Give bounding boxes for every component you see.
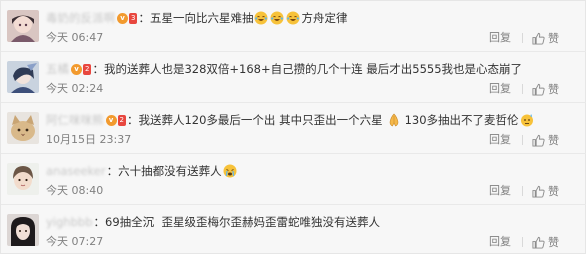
like-label: 赞	[548, 134, 559, 147]
laugh-cry-emoji-icon	[254, 11, 268, 25]
comment-text-tail: 130多抽出不了麦哲伦	[404, 113, 519, 127]
thumbs-up-icon	[532, 236, 545, 249]
comment-text: 五星一向比六星难抽	[149, 11, 254, 25]
colon: ：	[106, 164, 119, 178]
avatar[interactable]	[7, 163, 39, 195]
thumbs-up-icon	[532, 83, 545, 96]
username[interactable]: 阿仁咪咪熊	[46, 110, 104, 130]
comment-text: 69抽全沉 歪星级歪梅尔歪赫妈歪雷蛇唯独没有送葬人	[105, 215, 380, 229]
comment-item: 毒奶的反派啊 v 3 ： 五星一向比六星难抽 方舟定律 今天 06:47 回复 …	[1, 1, 586, 52]
comment-item: anaseeker ： 六十抽都没有送葬人 今天 08:40 回复 赞	[1, 154, 586, 205]
timestamp: 今天 07:27	[46, 235, 104, 248]
anime-avatar-icon	[7, 61, 39, 93]
like-label: 赞	[548, 185, 559, 198]
comment-text: 我的送葬人也是328双倍+168+自己攒的几个十连 最后才出5555我也是心态崩…	[103, 62, 523, 76]
like-button[interactable]: 赞	[532, 234, 559, 250]
username[interactable]: 毒奶的反派啊	[46, 8, 115, 28]
avatar[interactable]	[7, 214, 39, 246]
rank-badge: 2	[117, 114, 126, 126]
colon: ：	[126, 113, 139, 127]
divider	[522, 237, 523, 247]
comment-item: 五橘 v 2 ： 我的送葬人也是328双倍+168+自己攒的几个十连 最后才出5…	[1, 52, 586, 103]
comment-content: anaseeker ： 六十抽都没有送葬人	[46, 161, 238, 181]
comment-text: 六十抽都没有送葬人	[118, 164, 222, 178]
pray-emoji-icon	[387, 113, 401, 127]
timestamp: 10月15日 23:37	[46, 133, 132, 146]
thumbs-up-icon	[532, 32, 545, 45]
cry-emoji-icon	[223, 164, 237, 178]
comment-content: yighbbb ： 69抽全沉 歪星级歪梅尔歪赫妈歪雷蛇唯独没有送葬人	[46, 212, 380, 232]
anime-avatar-icon	[7, 10, 39, 42]
timestamp: 今天 02:24	[46, 82, 104, 95]
laugh-cry-emoji-icon	[286, 11, 300, 25]
avatar[interactable]	[7, 61, 39, 93]
vip-badge: v	[117, 12, 128, 24]
divider	[522, 135, 523, 145]
avatar[interactable]	[7, 112, 39, 144]
comment-item: yighbbb ： 69抽全沉 歪星级歪梅尔歪赫妈歪雷蛇唯独没有送葬人 今天 0…	[1, 205, 586, 254]
colon: ：	[93, 215, 106, 229]
username[interactable]: 五橘	[46, 59, 69, 79]
avatar[interactable]	[7, 10, 39, 42]
thumbs-up-icon	[532, 134, 545, 147]
username[interactable]: yighbbb	[46, 212, 93, 232]
divider	[522, 84, 523, 94]
like-label: 赞	[548, 32, 559, 45]
username[interactable]: anaseeker	[46, 161, 106, 181]
colon: ：	[138, 11, 150, 25]
reply-button[interactable]: 回复	[489, 81, 511, 97]
like-button[interactable]: 赞	[532, 132, 559, 148]
divider	[522, 186, 523, 196]
comment-content: 五橘 v 2 ： 我的送葬人也是328双倍+168+自己攒的几个十连 最后才出5…	[46, 59, 522, 79]
vip-badge: v	[71, 63, 82, 75]
divider	[522, 33, 523, 43]
rank-badge: 3	[129, 12, 138, 24]
like-label: 赞	[548, 83, 559, 96]
vip-badge: v	[105, 114, 117, 126]
comment-content: 阿仁咪咪熊 v 2 ： 我送葬人120多最后一个出 其中只歪出一个六星 130多…	[46, 110, 535, 130]
reply-button[interactable]: 回复	[489, 132, 511, 148]
like-label: 赞	[548, 236, 559, 249]
like-button[interactable]: 赞	[532, 183, 559, 199]
person-avatar-icon	[7, 163, 39, 195]
comment-feed: 毒奶的反派啊 v 3 ： 五星一向比六星难抽 方舟定律 今天 06:47 回复 …	[0, 0, 586, 254]
timestamp: 今天 06:47	[46, 31, 104, 44]
comment-text-tail: 方舟定律	[301, 11, 348, 25]
thumbs-up-icon	[532, 185, 545, 198]
timestamp: 今天 08:40	[46, 184, 104, 197]
rank-badge: 2	[83, 63, 92, 75]
comment-content: 毒奶的反派啊 v 3 ： 五星一向比六星难抽 方舟定律	[46, 8, 347, 28]
cat-avatar-icon	[7, 112, 39, 144]
sweat-emoji-icon	[520, 113, 534, 127]
girl-avatar-icon	[7, 214, 39, 246]
colon: ：	[92, 62, 104, 76]
reply-button[interactable]: 回复	[489, 183, 511, 199]
comment-item: 阿仁咪咪熊 v 2 ： 我送葬人120多最后一个出 其中只歪出一个六星 130多…	[1, 103, 586, 154]
laugh-cry-emoji-icon	[270, 11, 284, 25]
comment-text: 我送葬人120多最后一个出 其中只歪出一个六星	[138, 113, 383, 127]
like-button[interactable]: 赞	[532, 30, 559, 46]
reply-button[interactable]: 回复	[489, 234, 511, 250]
reply-button[interactable]: 回复	[489, 30, 511, 46]
like-button[interactable]: 赞	[532, 81, 559, 97]
